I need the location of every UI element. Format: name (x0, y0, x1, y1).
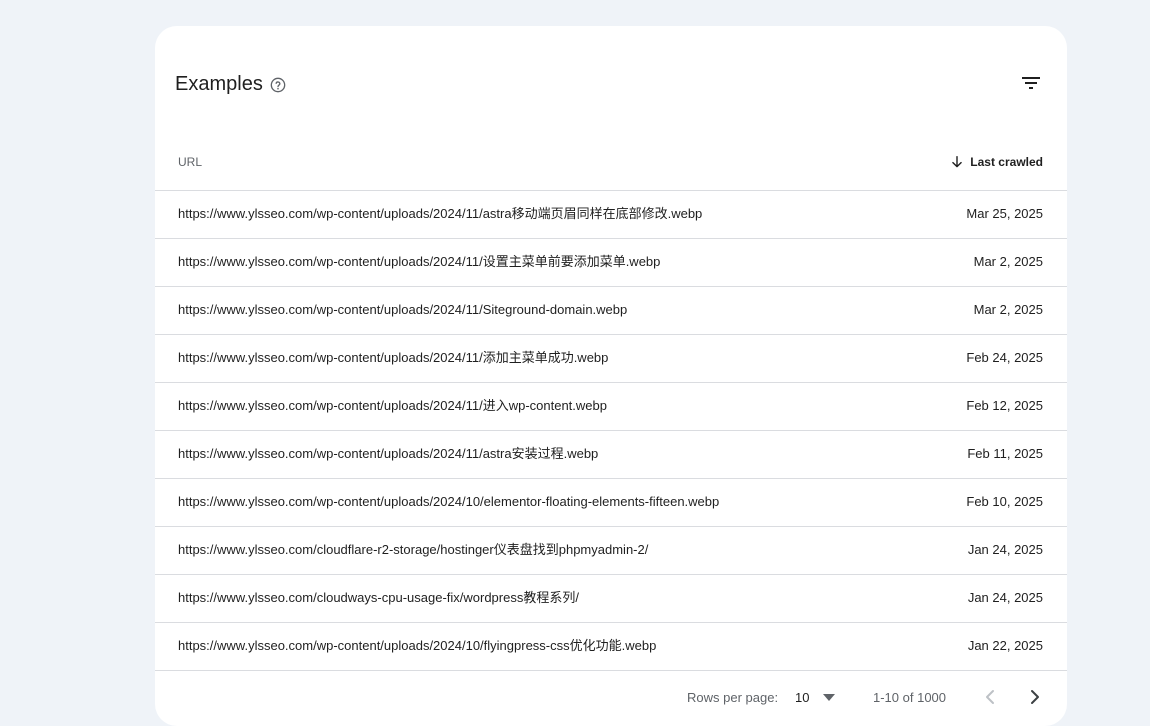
table-row[interactable]: https://www.ylsseo.com/cloudflare-r2-sto… (155, 527, 1067, 575)
rows-per-page-label: Rows per page: (687, 690, 779, 705)
row-url: https://www.ylsseo.com/wp-content/upload… (178, 638, 657, 653)
row-date: Mar 2, 2025 (973, 302, 1043, 317)
table-row[interactable]: https://www.ylsseo.com/wp-content/upload… (155, 383, 1067, 431)
table-row[interactable]: https://www.ylsseo.com/wp-content/upload… (155, 623, 1067, 671)
row-date: Mar 25, 2025 (966, 206, 1043, 221)
table-row[interactable]: https://www.ylsseo.com/wp-content/upload… (155, 431, 1067, 479)
caret-down-icon (823, 694, 836, 701)
table-row[interactable]: https://www.ylsseo.com/cloudways-cpu-usa… (155, 575, 1067, 623)
card-header: Examples (155, 26, 1067, 142)
table-header: URL Last crawled (155, 142, 1067, 191)
card-title: Examples (175, 73, 263, 95)
row-url: https://www.ylsseo.com/wp-content/upload… (178, 446, 599, 461)
row-url: https://www.ylsseo.com/cloudflare-r2-sto… (178, 542, 649, 557)
row-date: Jan 22, 2025 (967, 638, 1043, 653)
row-date: Jan 24, 2025 (967, 590, 1043, 605)
row-url: https://www.ylsseo.com/wp-content/upload… (178, 206, 703, 221)
row-date: Feb 24, 2025 (966, 350, 1043, 365)
arrow-down-icon (952, 156, 963, 168)
table-body: https://www.ylsseo.com/wp-content/upload… (155, 191, 1067, 671)
table-row[interactable]: https://www.ylsseo.com/wp-content/upload… (155, 287, 1067, 335)
chevron-left-icon[interactable] (978, 685, 1002, 709)
row-date: Mar 2, 2025 (973, 254, 1043, 269)
examples-card: Examples URL Last crawled https://www.yl… (155, 26, 1067, 726)
row-url: https://www.ylsseo.com/wp-content/upload… (178, 302, 628, 317)
pagination-range: 1-10 of 1000 (873, 690, 947, 705)
row-url: https://www.ylsseo.com/wp-content/upload… (178, 350, 609, 365)
help-circle-icon[interactable] (270, 77, 286, 93)
row-date: Jan 24, 2025 (967, 542, 1043, 557)
column-header-url[interactable]: URL (178, 155, 202, 169)
row-url: https://www.ylsseo.com/wp-content/upload… (178, 254, 661, 269)
filter-icon[interactable] (1019, 71, 1043, 95)
row-date: Feb 11, 2025 (967, 446, 1043, 461)
row-url: https://www.ylsseo.com/wp-content/upload… (178, 398, 607, 413)
row-date: Feb 12, 2025 (966, 398, 1043, 413)
table-row[interactable]: https://www.ylsseo.com/wp-content/upload… (155, 191, 1067, 239)
rows-per-page-select[interactable]: 10 (795, 685, 841, 711)
rows-per-page-value: 10 (795, 690, 810, 705)
last-crawled-label: Last crawled (970, 155, 1043, 169)
table-row[interactable]: https://www.ylsseo.com/wp-content/upload… (155, 335, 1067, 383)
table-row[interactable]: https://www.ylsseo.com/wp-content/upload… (155, 239, 1067, 287)
row-url: https://www.ylsseo.com/cloudways-cpu-usa… (178, 590, 579, 605)
row-date: Feb 10, 2025 (966, 494, 1043, 509)
chevron-right-icon[interactable] (1023, 685, 1047, 709)
column-header-last-crawled[interactable]: Last crawled (950, 153, 1043, 171)
table-row[interactable]: https://www.ylsseo.com/wp-content/upload… (155, 479, 1067, 527)
row-url: https://www.ylsseo.com/wp-content/upload… (178, 494, 720, 509)
